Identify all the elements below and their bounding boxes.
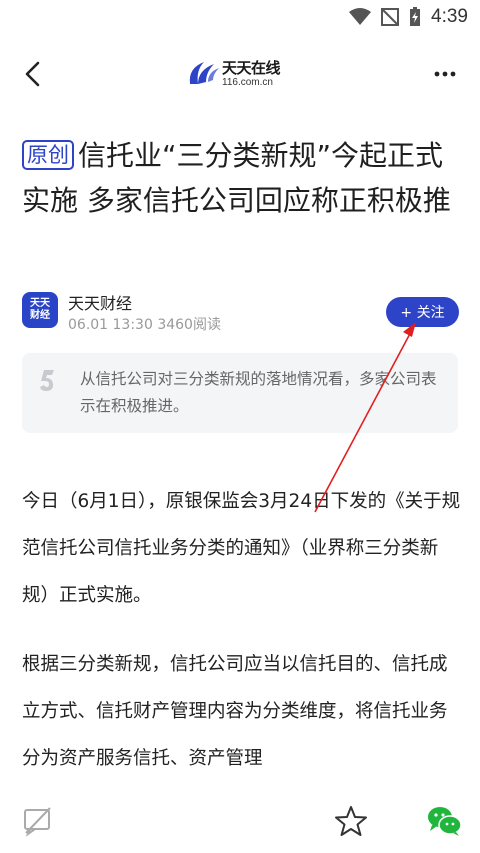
chevron-left-icon[interactable] <box>18 58 50 90</box>
wechat-icon[interactable] <box>426 805 462 837</box>
logo-domain: 116.com.cn <box>222 76 273 88</box>
logo-swoosh-icon <box>189 62 219 84</box>
nav-bar: 天天在线 116.com.cn <box>0 44 480 106</box>
status-bar: 4:39 <box>0 0 480 34</box>
logo-name: 天天在线 <box>222 59 281 77</box>
article-title-text: 信托业“三分类新规”今起正式实施 多家信托公司回应称正积极推 <box>22 139 451 217</box>
star-icon[interactable] <box>334 805 368 837</box>
summary-box: 从信托公司对三分类新规的落地情况看，多家公司表示在积极推进。 <box>22 353 458 433</box>
site-logo: 天天在线 116.com.cn <box>186 54 281 94</box>
more-dots-icon[interactable] <box>432 64 458 84</box>
article-meta: 06.01 13:30 3460阅读 <box>68 317 221 333</box>
author-name[interactable]: 天天财经 <box>68 290 132 314</box>
status-time: 4:39 <box>431 6 468 27</box>
summary-text: 从信托公司对三分类新规的落地情况看，多家公司表示在积极推进。 <box>80 370 437 415</box>
no-signal-icon <box>381 8 400 26</box>
wifi-icon <box>349 8 372 25</box>
paragraph: 今日（6月1日），原银保监会3月24日下发的《关于规范信托公司信托业务分类的通知… <box>22 491 461 606</box>
article-title: 原创 信托业“三分类新规”今起正式实施 多家信托公司回应称正积极推 <box>22 133 462 223</box>
avatar-text: 天天财经 <box>30 298 50 321</box>
bottom-toolbar <box>0 795 480 853</box>
follow-button[interactable]: + 关注 <box>386 297 459 327</box>
paragraph: 根据三分类新规，信托公司应当以信托目的、信托成立方式、信托财产管理内容为分类维度… <box>22 654 448 769</box>
comment-off-icon[interactable] <box>22 805 54 837</box>
battery-charging-icon <box>410 7 421 26</box>
author-avatar[interactable]: 天天财经 <box>22 292 58 328</box>
logo-text: 天天在线 116.com.cn <box>222 59 281 88</box>
quote-icon <box>40 370 54 391</box>
article-body: 今日（6月1日），原银保监会3月24日下发的《关于规范信托公司信托业务分类的通知… <box>22 478 462 804</box>
original-badge: 原创 <box>22 140 74 170</box>
status-icons: 4:39 <box>349 5 468 29</box>
